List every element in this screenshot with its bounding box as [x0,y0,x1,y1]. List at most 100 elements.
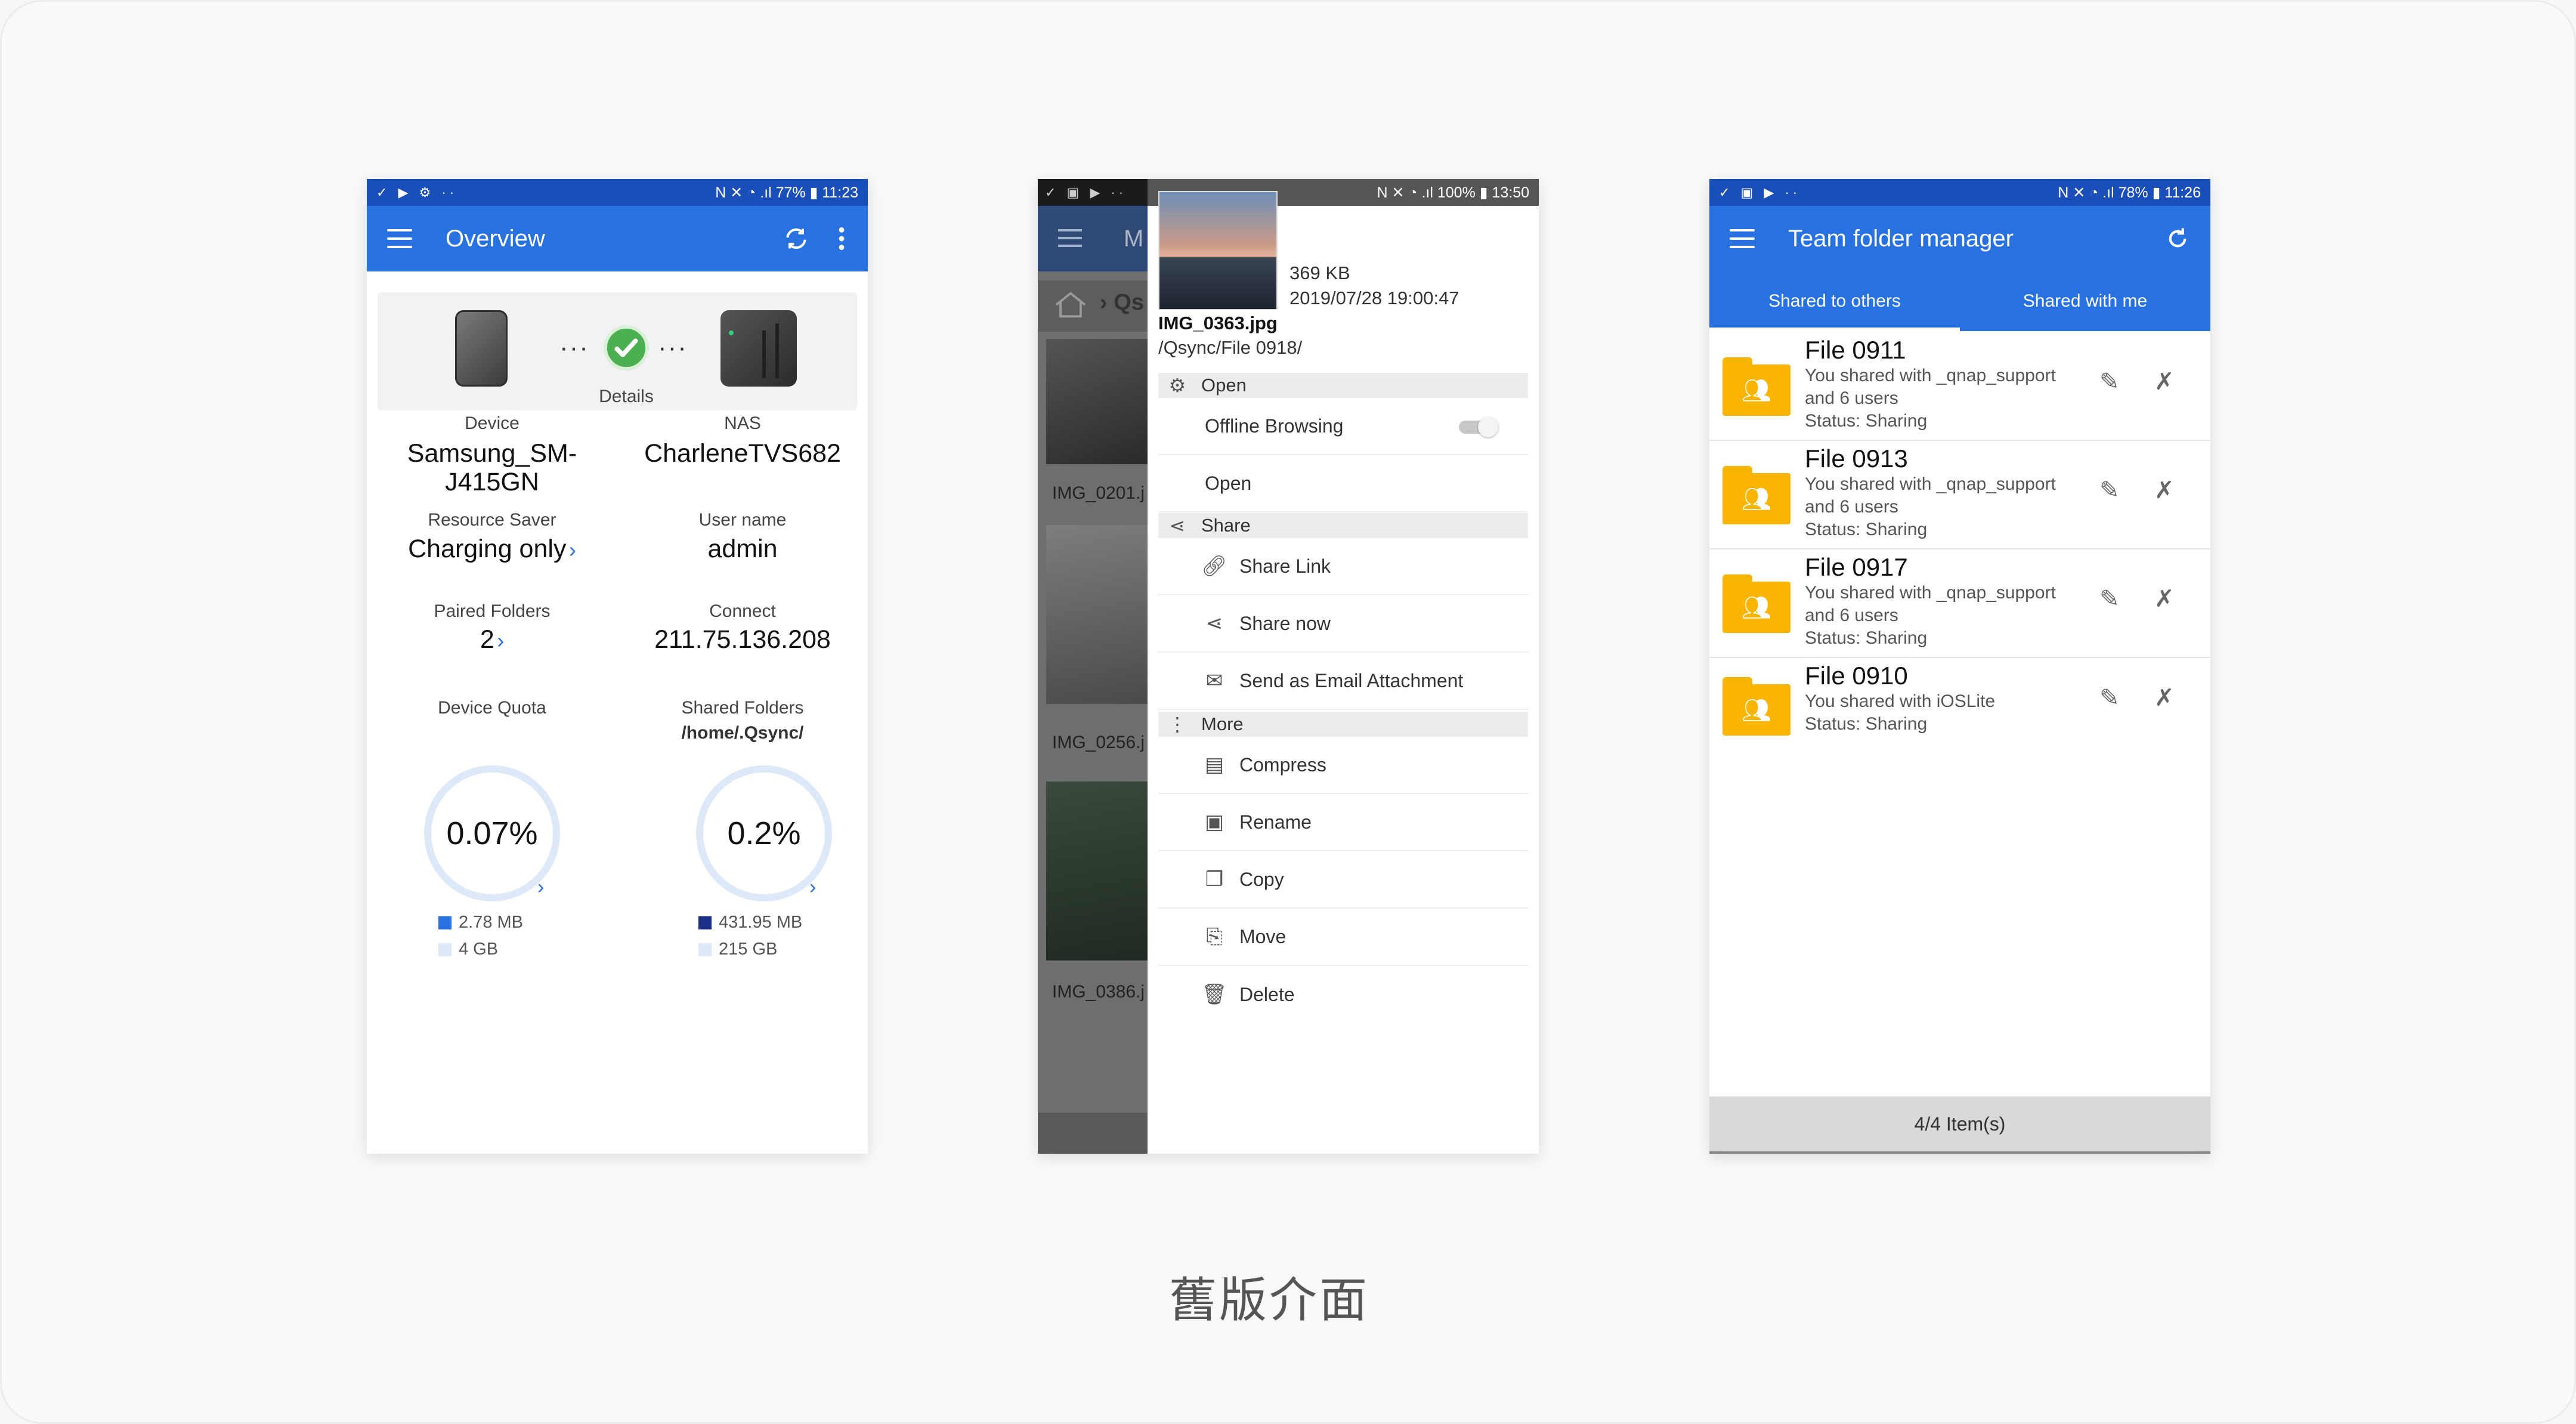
offline-browsing-label: Offline Browsing [1205,415,1344,437]
hamburger-menu-icon [1058,229,1082,247]
paired-folders-value: 2 [480,625,494,654]
connected-check-icon[interactable] [603,325,650,371]
folder-status: Status: Sharing [1805,411,1928,431]
nas-label: NAS [724,413,761,433]
link-dots-right: ··· [658,333,688,362]
app-bar: Overview [367,206,868,271]
shared-folders-path: /home/.Qsync/ [681,723,804,743]
send-email-row[interactable]: ✉ Send as Email Attachment [1158,653,1528,710]
rename-row[interactable]: ▣ Rename [1158,794,1528,851]
connection-card: ··· ··· Details [378,292,857,410]
details-link[interactable]: Details [593,387,659,407]
nas-device-icon [720,310,797,387]
section-more: ⋮ More [1158,712,1528,737]
trash-icon: 🗑︎ [1201,983,1227,1006]
share-link-row[interactable]: 🔗︎ Share Link [1158,538,1528,595]
app-bar: Team folder manager [1709,206,2210,271]
share-icon: ⋖ [1169,515,1186,536]
image-thumbnail[interactable] [1158,191,1278,310]
tab-bar: Shared to others Shared with me [1709,271,2210,331]
folder-status: Status: Sharing [1805,714,1928,734]
device-used-legend: 2.78 MB [438,913,523,932]
paired-folders-control[interactable]: 2 › [379,625,605,654]
unshare-icon[interactable]: ✗ [2154,477,2175,504]
status-bar: ✓ ▶ ⚙ ·· N ✕ ◔ .ıl 77% ▮ 11:23 [367,179,868,206]
resource-saver-value: Charging only [408,535,567,563]
link-dots-left: ··· [559,333,589,362]
more-vert-icon: ⋮ [1168,713,1187,735]
team-folder-screen: ✓ ▣ ▶ ·· N ✕ ◔ .ıl 78% ▮ 11:26 Team fold… [1709,179,2210,1154]
resource-saver-label: Resource Saver [428,510,556,530]
action-panel: N ✕ ◔ .ıl 100% ▮ 13:50 369 KB 2019/07/28… [1148,179,1539,1154]
delete-row[interactable]: 🗑︎ Delete [1158,966,1528,1023]
bg-title-fragment: M [1124,226,1144,252]
page-title: Overview [446,225,545,252]
device-quota-percent: 0.07% [446,816,538,851]
compress-icon: ▤ [1204,753,1224,776]
status-icons-left: ✓ ▶ ⚙ ·· [376,184,458,200]
folder-status: Status: Sharing [1805,520,1928,539]
chevron-right-icon[interactable]: › [537,876,544,899]
bg-file-name: IMG_0386.j [1052,982,1145,1002]
share-icon: ⋖ [1205,612,1223,635]
shared-folders-label: Shared Folders [681,698,804,718]
file-date: 2019/07/28 19:00:47 [1289,288,1459,308]
link-icon: 🔗︎ [1201,555,1227,577]
move-row[interactable]: ⎘ Move [1158,909,1528,966]
list-item[interactable]: 👥︎ File 0910 You shared with iOSLite Sta… [1709,658,2210,747]
chevron-right-icon[interactable]: › [809,876,816,899]
file-menu-screen: ✓ ▣ ▶ ·· M › Qs IMG_0201.j IMG_0256.j IM… [1038,179,1539,1154]
refresh-icon[interactable] [2165,226,2190,251]
open-row[interactable]: Open [1158,455,1528,512]
connect-value: 211.75.136.208 [654,625,831,654]
hamburger-menu-icon[interactable] [1730,229,1755,248]
folder-share-info: You shared with _qnap_support [1805,583,2056,603]
bg-file-name: IMG_0256.j [1052,733,1145,752]
device-quota-label: Device Quota [438,698,546,718]
bg-path-fragment: › Qs [1100,290,1144,315]
team-folder-icon: 👥︎ [1723,677,1790,736]
gear-icon: ⚙ [1168,375,1186,396]
item-count-footer: 4/4 Item(s) [1709,1096,2210,1154]
folder-name: File 0911 [1805,336,1906,364]
chevron-right-icon: › [497,628,505,653]
offline-browsing-row[interactable]: Offline Browsing [1158,398,1528,455]
refresh-icon[interactable] [783,226,809,252]
compress-row[interactable]: ▤ Compress [1158,737,1528,794]
more-vert-icon[interactable] [837,226,846,252]
edit-icon[interactable]: ✎ [2099,585,2120,613]
section-open: ⚙ Open [1158,373,1528,398]
move-icon: ⎘ [1206,925,1223,948]
dimmed-background[interactable]: ✓ ▣ ▶ ·· M › Qs IMG_0201.j IMG_0256.j IM… [1038,179,1148,1154]
folder-share-info: and 6 users [1805,388,1898,408]
file-path: /Qsync/File 0918/ [1158,337,1303,358]
unshare-icon[interactable]: ✗ [2154,368,2175,396]
bg-thumbnail [1046,525,1148,704]
device-name: Samsung_SM-J415GN [407,439,577,496]
status-icons-right: N ✕ ◔ .ıl 77% ▮ 11:23 [715,184,858,201]
unshare-icon[interactable]: ✗ [2154,585,2175,613]
unshare-icon[interactable]: ✗ [2154,684,2175,712]
shared-total-legend: 215 GB [698,940,777,959]
edit-icon[interactable]: ✎ [2099,368,2120,396]
folder-name: File 0917 [1805,553,1908,581]
resource-saver-control[interactable]: Charging only › [379,535,605,564]
folder-status: Status: Sharing [1805,628,1928,648]
status-icons-right: N ✕ ◔ .ıl 78% ▮ 11:26 [2058,184,2201,201]
edit-icon[interactable]: ✎ [2099,477,2120,504]
share-now-row[interactable]: ⋖ Share now [1158,595,1528,653]
copy-row[interactable]: ❐ Copy [1158,851,1528,909]
bg-thumbnail [1046,339,1148,464]
offline-browsing-toggle[interactable] [1459,417,1498,437]
section-share: ⋖ Share [1158,513,1528,538]
list-item[interactable]: 👥︎ File 0913 You shared with _qnap_suppo… [1709,441,2210,549]
list-item[interactable]: 👥︎ File 0911 You shared with _qnap_suppo… [1709,332,2210,441]
list-item[interactable]: 👥︎ File 0917 You shared with _qnap_suppo… [1709,549,2210,658]
hamburger-menu-icon[interactable] [387,229,412,248]
connect-label: Connect [709,601,776,621]
device-label: Device [465,413,519,433]
tab-shared-with-me[interactable]: Shared with me [1960,271,2210,331]
edit-icon[interactable]: ✎ [2099,684,2120,712]
bg-thumbnail [1046,781,1148,960]
tab-shared-to-others[interactable]: Shared to others [1709,271,1960,331]
